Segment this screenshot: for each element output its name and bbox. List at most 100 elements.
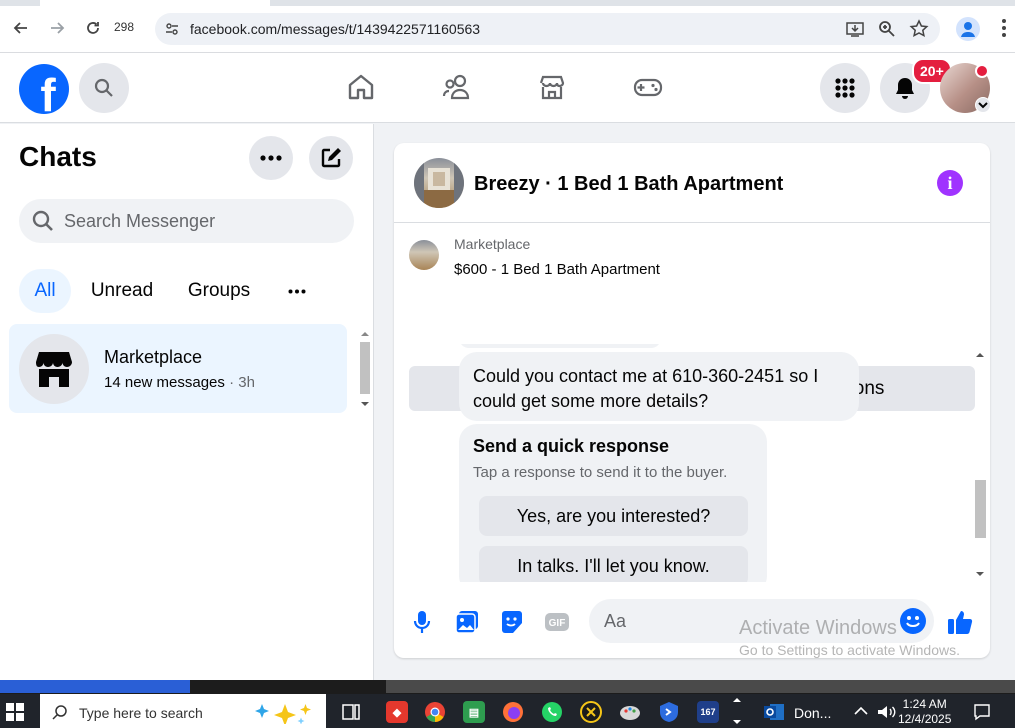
zoom-icon[interactable] (877, 19, 897, 39)
listing-title[interactable]: $600 - 1 Bed 1 Bath Apartment (454, 261, 660, 278)
marketplace-icon[interactable] (535, 70, 569, 104)
compose-icon (321, 148, 341, 168)
quick-response-card: Send a quick response Tap a response to … (459, 424, 767, 582)
chat-name: Marketplace (104, 347, 203, 367)
marketplace-avatar (19, 334, 89, 404)
search-icon (94, 78, 113, 97)
message-placeholder: Aa (604, 611, 627, 631)
quick-response-subtitle: Tap a response to send it to the buyer. (473, 464, 728, 481)
taskbar-clock[interactable]: 1:24 AM 12/4/2025 (898, 697, 951, 727)
status-dot (975, 64, 989, 78)
bottom-highlight (0, 680, 190, 693)
activate-windows-title: Activate Windows (739, 617, 897, 639)
svg-text:GIF: GIF (549, 618, 566, 629)
account-chevron-down-icon[interactable] (975, 97, 991, 113)
browser-profile-icon[interactable] (956, 17, 980, 41)
spreadsheet-app-icon[interactable]: ▤ (463, 701, 485, 723)
search-button[interactable] (79, 63, 129, 113)
filter-groups[interactable]: Groups (176, 269, 262, 313)
more-dots-icon (288, 289, 306, 293)
reload-icon[interactable] (79, 14, 107, 42)
outlook-icon[interactable] (763, 701, 785, 723)
tab-strip (0, 0, 1015, 6)
vpn-shield-icon[interactable] (658, 701, 680, 723)
browser-toolbar: 298 facebook.com/messages/t/143942257116… (0, 0, 1015, 53)
storefront-icon (36, 352, 72, 387)
install-app-icon[interactable] (845, 19, 865, 39)
emoji-icon[interactable] (900, 608, 926, 634)
back-icon[interactable] (7, 14, 35, 42)
address-bar[interactable]: facebook.com/messages/t/1439422571160563 (155, 13, 940, 45)
conversation-info-icon[interactable]: i (937, 170, 963, 196)
anydesk-icon[interactable]: ◆ (386, 701, 408, 723)
paint-app-icon[interactable] (619, 701, 641, 723)
chat-item-marketplace[interactable]: Marketplace 14 new messages · 3h (9, 324, 347, 413)
chats-title: Chats (19, 141, 97, 172)
grid-menu-icon (835, 78, 855, 98)
search-icon (32, 210, 53, 231)
windows-start-icon[interactable] (6, 703, 24, 721)
thumbs-up-icon[interactable] (946, 608, 974, 636)
listing-source: Marketplace (454, 236, 531, 252)
site-settings-icon[interactable] (165, 22, 179, 36)
sticker-icon[interactable] (498, 608, 526, 636)
filter-more-button[interactable] (276, 269, 318, 313)
filter-all[interactable]: All (19, 269, 71, 313)
tab-count: 298 (114, 20, 135, 34)
bookmark-star-icon[interactable] (909, 19, 929, 39)
chat-preview: 14 new messages · 3h (104, 374, 255, 391)
friends-icon[interactable] (440, 70, 474, 104)
forward-icon[interactable] (43, 14, 71, 42)
facebook-logo-icon[interactable]: f (19, 64, 69, 114)
taskbar-search-box[interactable]: Type here to search (40, 694, 326, 728)
sidebar-scrollbar[interactable] (358, 326, 372, 412)
taskbar-window-label[interactable]: Don... (794, 705, 831, 721)
xbox-app-icon[interactable] (580, 701, 602, 723)
quick-response-option[interactable]: Yes, are you interested? (479, 496, 748, 536)
filter-unread[interactable]: Unread (82, 269, 162, 313)
chats-sidebar: Chats Search Messenger All Unread Groups… (0, 124, 374, 680)
active-tab[interactable] (40, 0, 270, 6)
listing-card: Marketplace $600 - 1 Bed 1 Bath Apartmen… (394, 224, 990, 411)
microphone-icon[interactable] (408, 608, 436, 636)
whatsapp-icon[interactable] (541, 701, 563, 723)
conversation-title[interactable]: Breezy · 1 Bed 1 Bath Apartment (474, 173, 783, 196)
gif-icon[interactable]: GIF (543, 608, 571, 636)
more-dots-icon (260, 155, 282, 161)
activate-windows-subtitle: Go to Settings to activate Windows. (739, 642, 960, 658)
system-tray-chevron-up-icon[interactable] (854, 706, 868, 716)
photo-icon[interactable] (453, 608, 481, 636)
conversation-header: Breezy · 1 Bed 1 Bath Apartment i (394, 143, 990, 223)
browser-menu-icon[interactable] (997, 16, 1011, 40)
conversation-avatar[interactable] (414, 158, 464, 208)
chat-separator: · (224, 374, 239, 391)
outlook-badge-icon[interactable]: 167 (697, 701, 719, 723)
notification-center-icon[interactable] (973, 703, 991, 721)
windows-taskbar: Type here to search ◆ ▤ 167 Don... 1:24 … (0, 694, 1015, 728)
taskbar-search-text: Type here to search (79, 705, 203, 721)
chat-preview-text: 14 new messages (104, 374, 225, 391)
messenger-search-input[interactable]: Search Messenger (19, 199, 354, 243)
url-text[interactable]: facebook.com/messages/t/1439422571160563 (190, 21, 480, 37)
clock-date: 12/4/2025 (898, 712, 952, 726)
new-message-button[interactable] (309, 136, 353, 180)
messages-scrollbar[interactable] (972, 344, 988, 582)
chat-time: 3h (238, 374, 255, 391)
chrome-icon[interactable] (424, 701, 446, 723)
conversation-panel: Breezy · 1 Bed 1 Bath Apartment i Market… (394, 143, 990, 658)
message-list: Could you contact me at 610-360-2451 so … (394, 344, 974, 582)
taskbar-scroll-arrows-icon[interactable] (731, 694, 743, 728)
menu-button[interactable] (820, 63, 870, 113)
quick-response-title: Send a quick response (473, 436, 670, 456)
previous-message-bubble (459, 344, 661, 348)
chats-options-button[interactable] (249, 136, 293, 180)
firefox-icon[interactable] (502, 701, 524, 723)
home-icon[interactable] (344, 70, 378, 104)
listing-thumbnail[interactable] (409, 240, 439, 270)
facebook-header: f (0, 53, 1015, 123)
search-placeholder: Search Messenger (64, 211, 216, 231)
task-view-icon[interactable] (340, 701, 362, 723)
gaming-icon[interactable] (631, 70, 665, 104)
quick-response-option[interactable]: In talks. I'll let you know. (479, 546, 748, 582)
volume-icon[interactable] (876, 704, 896, 720)
